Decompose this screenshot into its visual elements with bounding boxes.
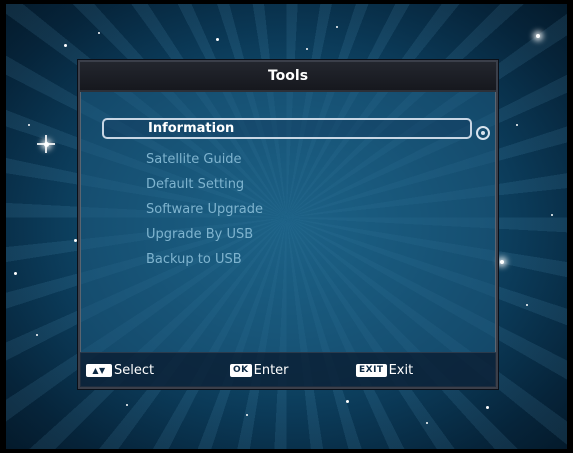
star (500, 260, 504, 264)
tools-menu-list: Information Satellite Guide Default Sett… (102, 118, 472, 272)
star (536, 34, 540, 38)
star (37, 135, 55, 153)
star (516, 124, 518, 126)
menu-item-backup-to-usb[interactable]: Backup to USB (102, 247, 472, 272)
star (486, 406, 489, 409)
key-hint-bar: ▲▼ Select OK Enter EXIT Exit (80, 352, 496, 387)
hint-enter: OK Enter (230, 361, 289, 379)
up-down-arrows-icon: ▲▼ (86, 363, 112, 377)
star (36, 334, 38, 336)
star (306, 48, 308, 50)
star (28, 124, 30, 126)
star (64, 44, 67, 47)
menu-item-upgrade-by-usb[interactable]: Upgrade By USB (102, 222, 472, 247)
hint-exit-label: Exit (388, 362, 414, 378)
menu-item-information[interactable]: Information (102, 118, 472, 139)
star (246, 414, 248, 416)
star (336, 26, 338, 28)
star (74, 239, 77, 242)
star (126, 404, 128, 406)
menu-title: Tools (80, 62, 496, 92)
star (14, 272, 17, 275)
star (346, 400, 349, 403)
star (98, 32, 100, 34)
selection-indicator-icon (476, 126, 490, 140)
tools-menu-panel: Tools Information Satellite Guide Defaul… (78, 60, 498, 389)
menu-item-software-upgrade[interactable]: Software Upgrade (102, 197, 472, 222)
menu-item-default-setting[interactable]: Default Setting (102, 172, 472, 197)
star (526, 304, 528, 306)
hint-exit: EXIT Exit (356, 361, 413, 379)
menu-item-satellite-guide[interactable]: Satellite Guide (102, 147, 472, 172)
exit-key-icon: EXIT (356, 363, 387, 377)
hint-select-label: Select (114, 362, 155, 378)
star (216, 38, 219, 41)
hint-enter-label: Enter (253, 362, 289, 378)
ok-key-icon: OK (230, 363, 252, 377)
hint-select: ▲▼ Select (86, 361, 154, 379)
star (426, 422, 428, 424)
star (551, 214, 553, 216)
